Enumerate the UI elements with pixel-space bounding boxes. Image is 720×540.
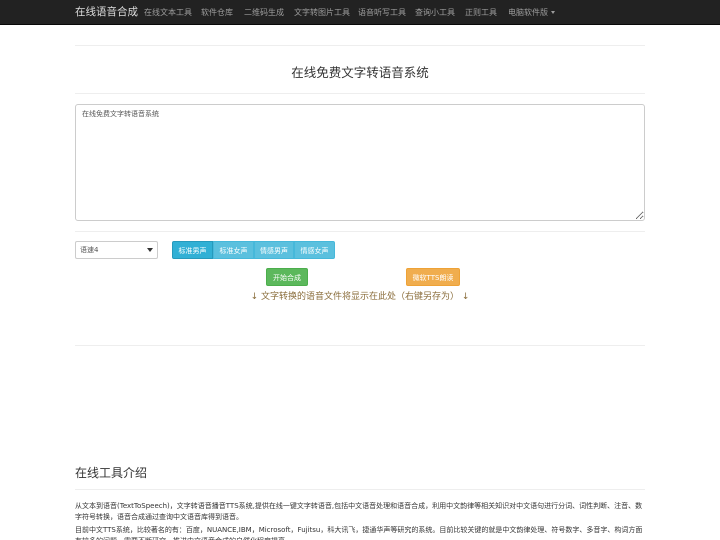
voice-standard-male-button[interactable]: 标准男声 (172, 241, 213, 259)
nav-item-regex[interactable]: 正则工具 (465, 0, 497, 25)
nav-item-desktop-dropdown[interactable]: 电脑软件版 (508, 0, 555, 25)
caret-down-icon (551, 11, 555, 14)
divider-title (75, 93, 645, 94)
nav-item-desktop-label: 电脑软件版 (508, 8, 548, 17)
navbar-brand[interactable]: 在线语音合成 (75, 0, 138, 25)
nav-item-qrcode[interactable]: 二维码生成 (244, 0, 284, 25)
nav-item-text-tools[interactable]: 在线文本工具 (144, 0, 192, 25)
intro-paragraph-1: 从文本到语音(TextToSpeech)，文字转语音播音TTS系统,提供在线一键… (75, 502, 643, 521)
start-synthesis-button[interactable]: 开始合成 (266, 268, 308, 286)
audio-output-hint: ↓ 文字转换的语音文件将显示在此处（右键另存为） ↓ (250, 292, 470, 302)
top-navbar: 在线语音合成 在线文本工具 软件仓库 二维码生成 文字转图片工具 语音听写工具 … (0, 0, 720, 25)
divider-intro (75, 489, 645, 490)
nav-item-software-repo[interactable]: 软件仓库 (201, 0, 233, 25)
voice-emotional-male-button[interactable]: 情感男声 (254, 241, 294, 259)
speed-select[interactable]: 语速4 (75, 241, 158, 259)
nav-item-query-tools[interactable]: 查询小工具 (415, 0, 455, 25)
speed-select-value: 语速4 (80, 246, 99, 254)
nav-item-text-to-image[interactable]: 文字转图片工具 (294, 0, 350, 25)
chevron-down-icon (147, 248, 153, 252)
divider-controls (75, 231, 645, 232)
divider-top (75, 45, 645, 46)
voice-standard-female-button[interactable]: 标准女声 (213, 241, 254, 259)
intro-title: 在线工具介绍 (75, 466, 148, 480)
nav-item-dictation[interactable]: 语音听写工具 (358, 0, 406, 25)
divider-output (75, 345, 645, 346)
text-input[interactable]: 在线免费文字转语音系统 (75, 104, 645, 221)
page-title: 在线免费文字转语音系统 (291, 65, 429, 80)
voice-emotional-female-button[interactable]: 情感女声 (294, 241, 335, 259)
microsoft-tts-button[interactable]: 微软TTS朗读 (406, 268, 460, 286)
intro-paragraph-2: 目前中文TTS系统，比较著名的有：百度，NUANCE,IBM，Microsoft… (75, 526, 643, 540)
